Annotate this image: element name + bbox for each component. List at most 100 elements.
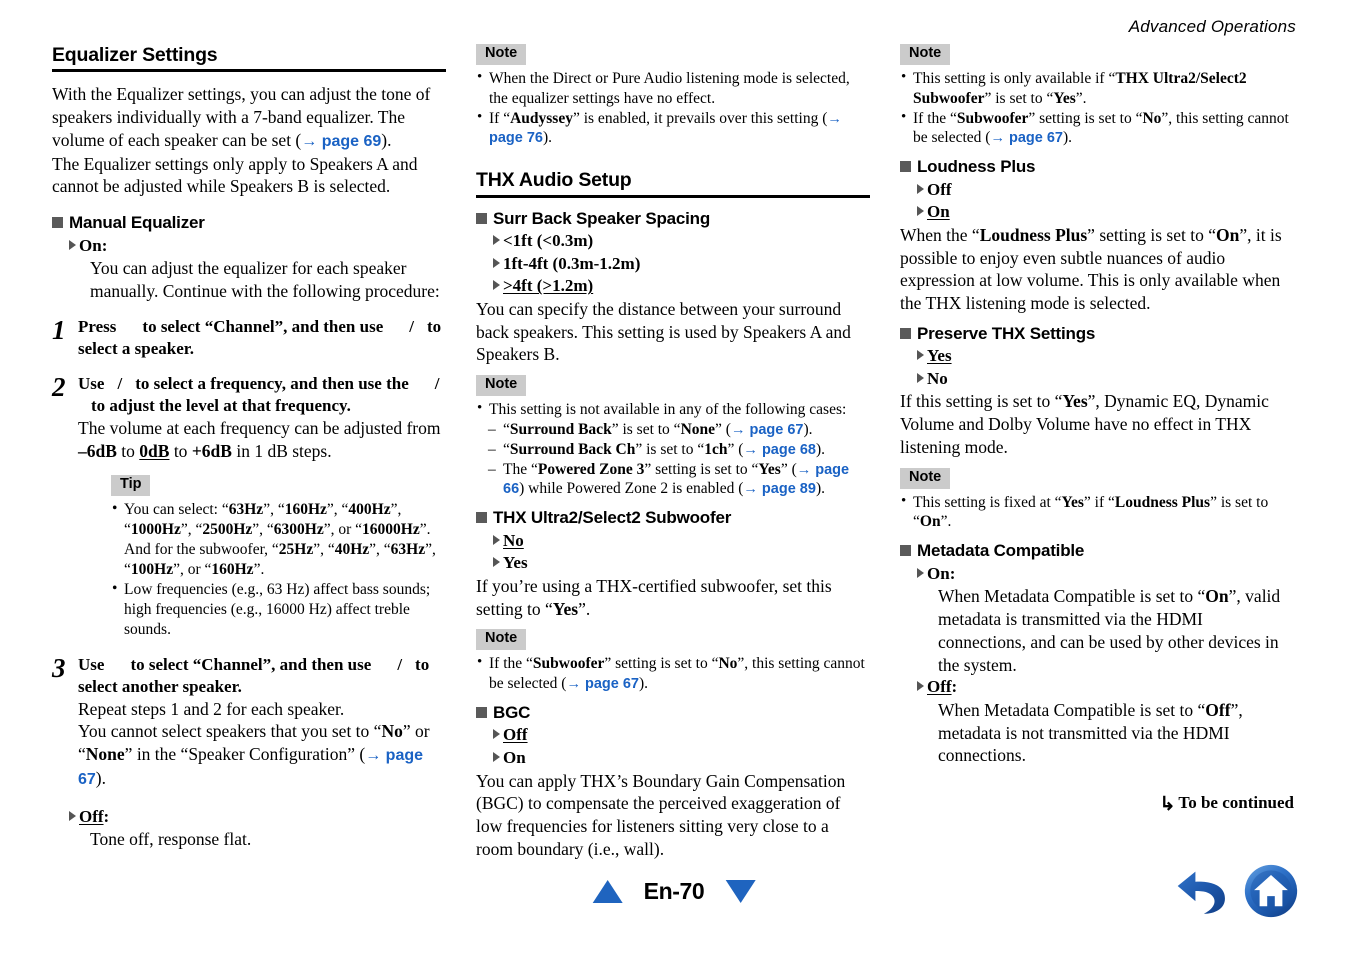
equalizer-settings-section: Equalizer Settings	[52, 44, 446, 73]
note-item-subwoofer-no: If the “Subwoofer” setting is set to “No…	[900, 108, 1294, 149]
b-e: ” in the “Speaker Configuration” (	[124, 744, 366, 765]
square-bullet-icon	[476, 512, 487, 524]
option-loudness-off[interactable]: Off	[917, 179, 1294, 202]
t-m: ”, or “	[323, 520, 363, 538]
triangle-bullet-icon	[493, 751, 500, 762]
link-page-89[interactable]: → page 89	[743, 481, 816, 497]
option-metadata-off[interactable]: Off:	[917, 676, 1294, 699]
step-text-a: Use	[78, 373, 105, 393]
triangle-bullet-icon	[917, 350, 924, 361]
note-list: When the Direct or Pure Audio listening …	[476, 68, 870, 149]
n-d: ).	[543, 129, 553, 147]
value-none: None	[680, 420, 716, 438]
l-a: When the “	[900, 224, 980, 245]
value-off: Off	[1205, 699, 1231, 720]
freq-40hz: 40Hz	[334, 540, 370, 558]
link-page-67[interactable]: → page 67	[566, 676, 639, 692]
triangle-bullet-icon	[493, 729, 500, 740]
option-loudness-on[interactable]: On	[917, 201, 1294, 224]
step-text-b: to select “Channel”, and then use	[130, 654, 372, 674]
option-preserve-no[interactable]: No	[917, 368, 1294, 391]
step-3: 3 Use to select “Channel”, and then use / t…	[52, 654, 446, 791]
value-no: No	[718, 655, 738, 673]
link-page-67[interactable]: → page 67	[990, 130, 1063, 146]
value-none: None	[85, 744, 125, 765]
option-preserve-yes[interactable]: Yes	[917, 345, 1294, 368]
triangle-bullet-icon	[493, 235, 500, 246]
link-page-68[interactable]: → page 68	[743, 442, 816, 458]
subheading-metadata-compatible: Metadata Compatible	[900, 541, 1294, 561]
triangle-up-icon[interactable]	[592, 880, 623, 903]
t-s: ”, “	[369, 540, 391, 558]
to-be-continued: ↳ To be continued	[900, 793, 1295, 814]
value-yes: Yes	[758, 460, 781, 478]
note-item-audyssey: If “Audyssey” is enabled, it prevails ov…	[476, 108, 870, 149]
option-label: On	[503, 747, 526, 767]
note-box-thx-sub-availability: Note This setting is only available if “…	[900, 44, 1294, 148]
option-label-default: Off	[927, 677, 952, 697]
note-list: This setting is not available in any of …	[476, 399, 870, 420]
step-3-body-2: You cannot select speakers that you set …	[78, 720, 446, 790]
freq-6300hz: 6300Hz	[273, 520, 324, 538]
bgc-description: You can apply THX’s Boundary Gain Compen…	[476, 770, 846, 859]
value-powered-zone-3: Powered Zone 3	[537, 460, 645, 478]
equalizer-intro-paragraph-2: The Equalizer settings only apply to Spe…	[52, 153, 418, 197]
link-page-69[interactable]: → page 69	[301, 133, 381, 150]
note-badge: Note	[476, 375, 527, 397]
t-q: ”, “	[313, 540, 335, 558]
option-bgc-off[interactable]: Off	[493, 724, 870, 747]
value-no: No	[1142, 109, 1162, 127]
s-f: ) while Powered Zone 2 is enabled (	[519, 480, 744, 498]
option-thx-sub-yes[interactable]: Yes	[493, 552, 870, 575]
value-loudness-plus: Loudness Plus	[979, 224, 1088, 245]
value-on: On	[1205, 586, 1229, 607]
option-label: No	[927, 368, 948, 388]
option-surr-back-gt4ft[interactable]: >4ft (>1.2m)	[493, 275, 870, 298]
option-manual-eq-off[interactable]: Off:	[69, 806, 446, 829]
subheading-label: BGC	[493, 702, 531, 722]
note-item-direct-pure-audio: When the Direct or Pure Audio listening …	[476, 68, 870, 109]
option-label-default: On	[927, 202, 950, 222]
option-label-default: Yes	[927, 346, 952, 366]
step-text-b: /	[117, 373, 123, 393]
note-badge: Note	[900, 44, 951, 65]
back-arrow-icon[interactable]	[1176, 866, 1230, 916]
option-thx-sub-no[interactable]: No	[493, 530, 870, 553]
three-column-layout: Equalizer Settings With the Equalizer se…	[52, 44, 1300, 861]
b-a: You cannot select speakers that you set …	[78, 721, 382, 742]
t-k: ”, “	[252, 520, 274, 538]
freq-63hz: 63Hz	[228, 500, 264, 518]
d-a: If you’re using a THX-certified subwoofe…	[476, 575, 832, 619]
value-audyssey: Audyssey	[510, 109, 573, 127]
page-footer: En-70	[0, 864, 1348, 938]
triangle-bullet-icon	[917, 372, 924, 383]
n-c: ” setting is set to “	[604, 655, 719, 673]
body-a: The volume at each frequency can be adju…	[78, 418, 441, 439]
option-metadata-on[interactable]: On:	[917, 563, 1294, 586]
subheading-label: Manual Equalizer	[69, 213, 205, 233]
freq-2500hz: 2500Hz	[202, 520, 253, 538]
s-c: ” is set to “	[611, 420, 681, 438]
option-surr-back-1ft-4ft[interactable]: 1ft-4ft (0.3m-1.2m)	[493, 253, 870, 276]
option-manual-eq-on[interactable]: On:	[69, 235, 446, 258]
option-label-default: Off	[503, 725, 528, 745]
d-c: ”.	[578, 598, 591, 619]
s-e: ” (	[715, 420, 731, 438]
option-surr-back-lt1ft[interactable]: <1ft (<0.3m)	[493, 230, 870, 253]
step-1-title: Press to select “Channel”, and then use / t…	[78, 316, 446, 360]
triangle-bullet-icon	[493, 534, 500, 545]
square-bullet-icon	[476, 212, 487, 224]
step-3-title: Use to select “Channel”, and then use / to …	[78, 654, 446, 698]
link-page-67[interactable]: → page 67	[731, 422, 804, 438]
note-item-only-available-if: This setting is only available if “THX U…	[900, 68, 1294, 109]
triangle-down-icon[interactable]	[725, 880, 756, 903]
option-bgc-on[interactable]: On	[493, 747, 870, 770]
step-number: 1	[52, 314, 66, 345]
home-icon[interactable]	[1244, 864, 1298, 918]
note-box-thx-sub: Note If the “Subwoofer” setting is set t…	[476, 629, 870, 694]
option-label-default: >4ft (>1.2m)	[503, 276, 594, 296]
